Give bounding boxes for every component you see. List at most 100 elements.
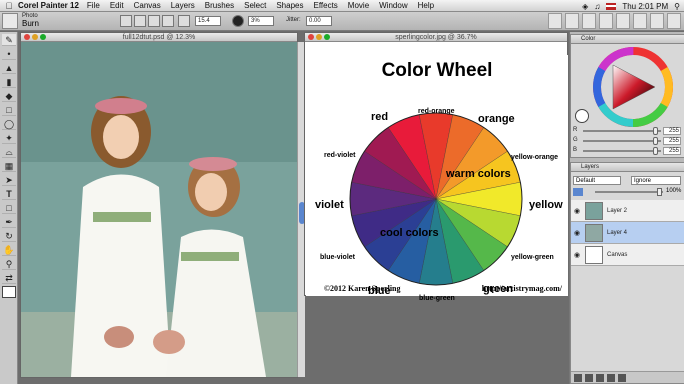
- color-b-row[interactable]: B 255: [573, 147, 683, 155]
- color-panel-header[interactable]: Color: [571, 35, 684, 44]
- new-layer-icon[interactable]: [574, 374, 582, 382]
- document-title-bar[interactable]: full12dtut.psd @ 12.3%: [21, 33, 297, 42]
- panel-icon-b[interactable]: [582, 13, 596, 29]
- pen-tool-icon[interactable]: ✒: [2, 216, 16, 228]
- composite-select[interactable]: Ignore: [631, 176, 681, 185]
- layer-row-layer-2[interactable]: ◉ Layer 2: [571, 200, 684, 222]
- magnifier-icon[interactable]: ⚲: [2, 258, 16, 270]
- menu-window[interactable]: Window: [379, 1, 407, 10]
- opacity-slider-knob[interactable]: [657, 188, 662, 196]
- g-slider-knob[interactable]: [653, 137, 658, 145]
- lasso-icon[interactable]: ◯: [2, 118, 16, 130]
- eraser-icon[interactable]: ▮: [2, 76, 16, 88]
- layer-lock-icon[interactable]: [573, 188, 583, 196]
- panels-dock: Color R 255 G 255 B 255 Layers Default I…: [569, 32, 684, 384]
- visibility-eye-icon[interactable]: ◉: [574, 229, 580, 237]
- zoom-button[interactable]: [40, 34, 46, 40]
- airbrush-icon[interactable]: [148, 15, 160, 27]
- menu-movie[interactable]: Movie: [348, 1, 369, 10]
- layer-effects-icon[interactable]: [585, 374, 593, 382]
- toolbox: ✎ • ▲ ▮ ◆ □ ◯ ✦ ⌓ ▦ ➤ T □ ✒ ↻ ✋ ⚲ ⇄: [0, 32, 18, 384]
- r-slider-knob[interactable]: [653, 127, 658, 135]
- layer-adjuster-icon[interactable]: ➤: [2, 174, 16, 186]
- panel-icon-c[interactable]: [599, 13, 613, 29]
- menu-layers[interactable]: Layers: [171, 1, 195, 10]
- grabber-icon[interactable]: ✋: [2, 244, 16, 256]
- colorwheel-canvas[interactable]: Color Wheel red red-orange orange red-vi…: [306, 55, 568, 302]
- opacity-slider-track[interactable]: [595, 191, 663, 193]
- g-slider-track[interactable]: [583, 140, 661, 142]
- blend-mode-select[interactable]: Default: [573, 176, 621, 185]
- jitter-field[interactable]: 0.00: [306, 16, 332, 26]
- stroke-icon[interactable]: [162, 15, 174, 27]
- color-swatch-icon[interactable]: [2, 286, 16, 298]
- dropper-icon[interactable]: •: [2, 48, 16, 60]
- minimize-button[interactable]: [316, 34, 322, 40]
- b-slider-knob[interactable]: [653, 147, 658, 155]
- brush-tool-icon[interactable]: ✎: [2, 34, 16, 46]
- photo-canvas[interactable]: [21, 42, 297, 377]
- mirror-icon[interactable]: ⇄: [2, 272, 16, 284]
- opacity-value: 100%: [666, 188, 682, 194]
- brush-icon[interactable]: [134, 15, 146, 27]
- menu-file[interactable]: File: [87, 1, 100, 10]
- zoom-button[interactable]: [324, 34, 330, 40]
- apple-icon[interactable]: : [0, 1, 18, 11]
- panel-icon-g[interactable]: [667, 13, 681, 29]
- text-tool-icon[interactable]: T: [2, 188, 16, 200]
- b-value[interactable]: 255: [663, 147, 681, 155]
- wifi-icon[interactable]: ◈: [582, 2, 588, 11]
- layer-row-canvas[interactable]: ◉ Canvas: [571, 244, 684, 266]
- app-menu[interactable]: Corel Painter 12: [18, 1, 79, 10]
- visibility-eye-icon[interactable]: ◉: [574, 207, 580, 215]
- magic-wand-icon[interactable]: ✦: [2, 132, 16, 144]
- close-button[interactable]: [24, 34, 30, 40]
- panel-icon-a[interactable]: [565, 13, 579, 29]
- paint-bucket-icon[interactable]: ▲: [2, 62, 16, 74]
- panel-icon-e[interactable]: [633, 13, 647, 29]
- color-r-row[interactable]: R 255: [573, 127, 683, 135]
- size-field[interactable]: 15.4: [195, 16, 221, 26]
- reset-tool-icon[interactable]: [120, 15, 132, 27]
- shape-tool-icon[interactable]: □: [2, 202, 16, 214]
- color-g-row[interactable]: G 255: [573, 137, 683, 145]
- menu-select[interactable]: Select: [244, 1, 266, 10]
- transform-icon[interactable]: ▦: [2, 160, 16, 172]
- menu-canvas[interactable]: Canvas: [134, 1, 161, 10]
- clock[interactable]: Thu 2:01 PM: [622, 2, 668, 11]
- menu-effects[interactable]: Effects: [313, 1, 337, 10]
- layer-row-layer-4[interactable]: ◉ Layer 4: [571, 222, 684, 244]
- rotate-icon[interactable]: ↻: [2, 230, 16, 242]
- g-value[interactable]: 255: [663, 137, 681, 145]
- menu-edit[interactable]: Edit: [110, 1, 124, 10]
- brush-variant-label[interactable]: Photo Burn: [22, 13, 39, 28]
- delete-layer-icon[interactable]: [618, 374, 626, 382]
- b-slider-track[interactable]: [583, 150, 661, 152]
- layers-panel-header[interactable]: Layers: [571, 163, 684, 172]
- spotlight-icon[interactable]: ⚲: [674, 2, 680, 11]
- photo-image: [21, 42, 297, 377]
- group-icon[interactable]: [607, 374, 615, 382]
- crop-icon[interactable]: ⌓: [2, 146, 16, 158]
- color-wheel-picker[interactable]: [593, 47, 673, 127]
- brush-variant-icon[interactable]: [2, 13, 18, 29]
- menu-shapes[interactable]: Shapes: [276, 1, 303, 10]
- opacity-field[interactable]: 3%: [248, 16, 274, 26]
- panel-icon-d[interactable]: [616, 13, 630, 29]
- visibility-eye-icon[interactable]: ◉: [574, 251, 580, 259]
- rect-select-icon[interactable]: □: [2, 104, 16, 116]
- mask-icon[interactable]: [596, 374, 604, 382]
- flag-icon[interactable]: [606, 2, 617, 10]
- close-button[interactable]: [308, 34, 314, 40]
- minimize-button[interactable]: [32, 34, 38, 40]
- volume-icon[interactable]: ♫: [594, 2, 600, 11]
- dodge-icon[interactable]: ◆: [2, 90, 16, 102]
- menu-brushes[interactable]: Brushes: [205, 1, 234, 10]
- r-slider-track[interactable]: [583, 130, 661, 132]
- brush-tracking-icon[interactable]: [548, 13, 562, 29]
- main-color-swatch[interactable]: [575, 109, 589, 123]
- document-title-bar[interactable]: sperlingcolor.jpg @ 36.7%: [305, 33, 567, 42]
- panel-icon-f[interactable]: [650, 13, 664, 29]
- r-value[interactable]: 255: [663, 127, 681, 135]
- menu-help[interactable]: Help: [418, 1, 434, 10]
